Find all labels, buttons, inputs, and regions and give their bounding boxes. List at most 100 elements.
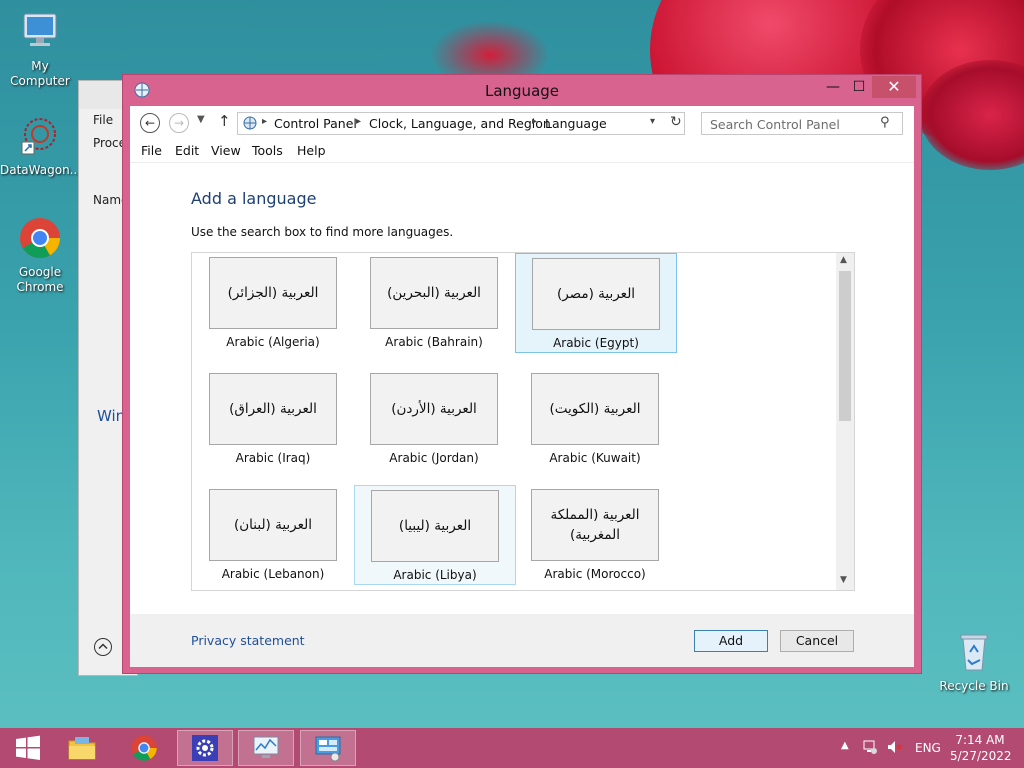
language-label: Arabic (Jordan) (389, 451, 479, 465)
forward-button[interactable]: → (169, 113, 189, 133)
control-panel-icon (243, 116, 257, 130)
language-tile[interactable]: العربية (مصر) (532, 258, 660, 330)
recent-locations-chevron-icon[interactable]: ▼ (197, 114, 205, 125)
language-tile[interactable]: العربية (البحرين) (370, 257, 498, 329)
desktop-icon-label: DataWagon... (0, 163, 82, 177)
language-native-name: العربية (البحرين) (387, 285, 481, 301)
page-hint: Use the search box to find more language… (191, 225, 454, 239)
language-tile[interactable]: العربية (لبنان) (209, 489, 337, 561)
menu-view[interactable]: View (211, 143, 241, 158)
up-button[interactable]: ↑ (218, 112, 231, 130)
show-hidden-icons-chevron-icon[interactable]: ▲ (841, 740, 849, 751)
desktop-icon-label: Google Chrome (16, 265, 64, 294)
privacy-statement-link[interactable]: Privacy statement (191, 633, 305, 648)
chevron-up-circle-icon[interactable] (93, 637, 113, 657)
scroll-down-arrow-icon[interactable]: ▼ (840, 575, 847, 585)
language-tile[interactable]: العربية (الأردن) (370, 373, 498, 445)
monitor-chart-icon (253, 736, 279, 758)
clock-time[interactable]: 7:14 AM (950, 733, 1010, 747)
search-input[interactable]: Search Control Panel ⚲ (701, 112, 903, 135)
control-panel-icon (315, 736, 341, 762)
menu-bar: File Edit View Tools Help (130, 140, 914, 162)
taskbar-control-panel[interactable] (300, 730, 356, 766)
volume-muted-icon[interactable] (886, 739, 902, 755)
menu-help[interactable]: Help (297, 143, 326, 158)
navigation-bar: ← → ▼ ↑ ▸ Control Panel ▸ Clock, Languag… (130, 106, 914, 140)
language-item-egypt[interactable]: العربية (مصر) Arabic (Egypt) (515, 253, 677, 353)
maximize-button[interactable]: ☐ (846, 76, 872, 98)
close-button[interactable]: ✕ (872, 76, 916, 98)
language-tile[interactable]: العربية (الكويت) (531, 373, 659, 445)
input-language-indicator[interactable]: ENG (915, 741, 941, 755)
language-label: Arabic (Iraq) (235, 451, 311, 465)
language-tile[interactable]: العربية (ليبيا) (371, 490, 499, 562)
address-dropdown-chevron-icon[interactable]: ▾ (650, 116, 655, 127)
menu-file[interactable]: File (141, 143, 162, 158)
background-group-header: Win (97, 407, 126, 425)
language-native-name: العربية (الجزائر) (227, 285, 319, 301)
recycle-bin-icon (960, 634, 988, 671)
desktop-icon-my-computer[interactable]: My Computer (0, 10, 80, 89)
background-menu-file[interactable]: File (93, 113, 113, 127)
search-placeholder: Search Control Panel (710, 117, 840, 132)
breadcrumb-clock-language-region[interactable]: Clock, Language, and Region (369, 116, 551, 131)
language-tile[interactable]: العربية (المملكة المغربية) (531, 489, 659, 561)
language-native-name: العربية (المملكة المغربية) (550, 507, 640, 543)
language-item-kuwait[interactable]: العربية (الكويت) Arabic (Kuwait) (515, 369, 677, 469)
desktop-icon-label: My Computer (10, 59, 70, 88)
refresh-icon[interactable]: ↻ (670, 114, 682, 130)
taskbar-file-explorer[interactable] (54, 730, 110, 766)
language-label: Arabic (Kuwait) (549, 451, 641, 465)
language-item-iraq[interactable]: العربية (العراق) Arabic (Iraq) (193, 369, 355, 469)
breadcrumb-control-panel[interactable]: Control Panel (274, 116, 357, 131)
language-window[interactable]: Language — ☐ ✕ ← → ▼ ↑ ▸ Control Panel ▸… (122, 74, 922, 674)
scrollbar-thumb[interactable] (839, 271, 851, 421)
computer-icon (23, 13, 57, 46)
language-item-algeria[interactable]: العربية (الجزائر) Arabic (Algeria) (193, 253, 355, 353)
breadcrumb-separator-icon[interactable]: ▸ (262, 116, 267, 127)
language-item-bahrain[interactable]: العربية (البحرين) Arabic (Bahrain) (354, 253, 516, 353)
page-title: Add a language (191, 189, 317, 208)
scroll-up-arrow-icon[interactable]: ▲ (840, 255, 847, 265)
back-button[interactable]: ← (140, 113, 160, 133)
window-title: Language (484, 82, 560, 100)
language-item-jordan[interactable]: العربية (الأردن) Arabic (Jordan) (354, 369, 516, 469)
language-label: Arabic (Algeria) (226, 335, 320, 349)
language-tile[interactable]: العربية (الجزائر) (209, 257, 337, 329)
menu-edit[interactable]: Edit (175, 143, 199, 158)
taskbar-settings[interactable] (177, 730, 233, 766)
desktop-icon-datawagon[interactable]: DataWagon... (0, 114, 82, 178)
language-grid[interactable]: العربية (الجزائر) Arabic (Algeria) العرب… (191, 252, 855, 591)
address-bar[interactable]: ▸ Control Panel ▸ Clock, Language, and R… (237, 112, 685, 135)
window-titlebar[interactable]: Language — ☐ ✕ (123, 75, 921, 105)
breadcrumb-language[interactable]: Language (545, 116, 607, 131)
taskbar-performance-monitor[interactable] (238, 730, 294, 766)
language-label: Arabic (Bahrain) (385, 335, 483, 349)
network-icon[interactable] (862, 739, 878, 755)
desktop-icon-label: Recycle Bin (939, 679, 1009, 693)
windows-logo-icon (16, 735, 40, 760)
content-pane: Add a language Use the search box to fin… (130, 162, 914, 614)
language-tile[interactable]: العربية (العراق) (209, 373, 337, 445)
datawagon-logo-icon (21, 118, 56, 155)
gear-icon (192, 735, 218, 761)
language-item-morocco[interactable]: العربية (المملكة المغربية) Arabic (Moroc… (515, 485, 677, 585)
breadcrumb-separator-icon[interactable]: ▸ (356, 116, 361, 127)
minimize-button[interactable]: — (820, 76, 846, 98)
search-icon[interactable]: ⚲ (880, 115, 890, 130)
desktop-icon-recycle-bin[interactable]: Recycle Bin (934, 630, 1014, 694)
language-item-lebanon[interactable]: العربية (لبنان) Arabic (Lebanon) (193, 485, 355, 585)
taskbar-chrome[interactable] (116, 730, 172, 766)
language-native-name: العربية (الأردن) (391, 401, 477, 417)
desktop-icon-chrome[interactable]: Google Chrome (0, 216, 80, 295)
language-native-name: العربية (العراق) (229, 401, 317, 417)
breadcrumb-separator-icon[interactable]: ▸ (532, 116, 537, 127)
menu-tools[interactable]: Tools (252, 143, 283, 158)
language-item-libya[interactable]: العربية (ليبيا) Arabic (Libya) (354, 485, 516, 585)
clock-date[interactable]: 5/27/2022 (950, 749, 1012, 763)
cancel-button[interactable]: Cancel (780, 630, 854, 652)
vertical-scrollbar[interactable]: ▲ ▼ (836, 253, 854, 590)
folder-icon (68, 737, 96, 760)
add-button[interactable]: Add (694, 630, 768, 652)
start-button[interactable] (0, 730, 56, 766)
